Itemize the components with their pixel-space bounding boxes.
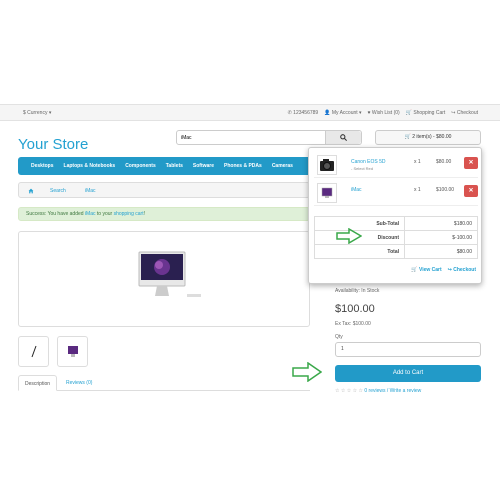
- breadcrumb: Search iMac: [18, 182, 310, 198]
- dropdown-checkout-link[interactable]: ↪ Checkout: [448, 267, 476, 273]
- nav-item-cameras[interactable]: Cameras: [267, 157, 298, 175]
- cart-dropdown-links: 🛒 View Cart ↪ Checkout: [411, 267, 476, 273]
- total-value: $80.00: [404, 244, 478, 259]
- product-tabs: Description Reviews (0): [18, 375, 310, 391]
- total-label: Total: [314, 244, 405, 259]
- nav-item-desktops[interactable]: Desktops: [26, 157, 59, 175]
- nav-item-phones[interactable]: Phones & PDAs: [219, 157, 267, 175]
- cart-item-image[interactable]: [317, 183, 337, 203]
- star-rating-icon: ☆ ☆ ☆ ☆ ☆: [335, 388, 365, 394]
- imac-image: [138, 251, 201, 297]
- top-bar: $ Currency ▾ ✆ 123456789 👤 My Account ▾ …: [0, 104, 500, 121]
- reviews-link[interactable]: 0 reviews / Write a review: [364, 388, 421, 394]
- tab-description[interactable]: Description: [18, 375, 58, 391]
- search-button[interactable]: [325, 131, 361, 144]
- alert-text: !: [143, 211, 145, 217]
- cart-item-name[interactable]: Canon EOS 5D: [351, 159, 385, 165]
- nav-item-software[interactable]: Software: [188, 157, 219, 175]
- search-input[interactable]: [181, 135, 321, 141]
- cart-dropdown: Canon EOS 5D - Select Red x 1 $80.00 ✕ i…: [308, 147, 482, 284]
- discount-value: $-100.00: [404, 230, 478, 245]
- cart-item-image[interactable]: [317, 155, 337, 175]
- search-box: [176, 130, 362, 145]
- remove-button[interactable]: ✕: [464, 157, 478, 169]
- currency-dropdown[interactable]: $ Currency ▾: [23, 110, 51, 116]
- cart-item-option: - Select Red: [351, 166, 374, 171]
- thumbnail-image-icon: [31, 345, 37, 358]
- search-icon: [340, 134, 348, 142]
- home-icon[interactable]: [28, 188, 34, 196]
- thumbnail-2[interactable]: [57, 336, 88, 367]
- store-logo[interactable]: Your Store: [18, 136, 88, 153]
- shopping-cart-link[interactable]: 🛒 Shopping Cart: [406, 110, 446, 116]
- alert-text: Success: You have added: [26, 211, 85, 217]
- cart-item-price: $100.00: [436, 187, 455, 193]
- my-account-dropdown[interactable]: 👤 My Account ▾: [324, 110, 361, 116]
- arrow-right-icon: [292, 362, 322, 382]
- alert-text: to your: [95, 211, 114, 217]
- subtotal-value: $180.00: [404, 216, 478, 231]
- qty-label: Qty: [335, 334, 343, 340]
- cart-item-price: $80.00: [436, 159, 452, 165]
- view-cart-link[interactable]: 🛒 View Cart: [411, 267, 441, 273]
- phone-link[interactable]: ✆ 123456789: [288, 110, 319, 116]
- cart-item-qty: x 1: [414, 187, 421, 193]
- arrow-right-icon: [336, 228, 362, 244]
- ex-tax-text: Ex Tax: $100.00: [335, 321, 371, 327]
- product-price: $100.00: [335, 303, 375, 315]
- wishlist-link[interactable]: ♥ Wish List (0): [368, 110, 400, 116]
- cart-button[interactable]: 🛒 2 item(s) - $80.00: [375, 130, 481, 145]
- nav-item-laptops[interactable]: Laptops & Notebooks: [59, 157, 121, 175]
- checkout-link[interactable]: ↪ Checkout: [451, 110, 478, 116]
- remove-button[interactable]: ✕: [464, 185, 478, 197]
- breadcrumb-imac[interactable]: iMac: [85, 188, 96, 194]
- thumbnail-imac-icon: [68, 346, 78, 357]
- add-to-cart-button[interactable]: Add to Cart: [335, 365, 481, 382]
- thumbnail-1[interactable]: [18, 336, 49, 367]
- cart-item: iMac x 1 $100.00 ✕: [314, 180, 478, 206]
- alert-product-link[interactable]: iMac: [85, 211, 96, 217]
- cart-item: Canon EOS 5D - Select Red x 1 $80.00 ✕: [314, 152, 478, 178]
- cart-item-qty: x 1: [414, 159, 421, 165]
- camera-icon: [320, 159, 334, 171]
- nav-item-components[interactable]: Components: [120, 157, 161, 175]
- nav-item-tablets[interactable]: Tablets: [161, 157, 188, 175]
- tab-reviews[interactable]: Reviews (0): [60, 375, 98, 391]
- product-main-image[interactable]: [18, 231, 310, 327]
- quantity-input[interactable]: 1: [335, 342, 481, 357]
- imac-icon: [321, 187, 333, 198]
- availability-text: Availability: In Stock: [335, 288, 380, 294]
- breadcrumb-search[interactable]: Search: [50, 188, 66, 194]
- rating-row: ☆ ☆ ☆ ☆ ☆ 0 reviews / Write a review: [335, 388, 421, 394]
- alert-cart-link[interactable]: shopping cart: [114, 211, 144, 217]
- success-alert: Success: You have added iMac to your sho…: [18, 207, 310, 221]
- cart-item-name[interactable]: iMac: [351, 187, 362, 193]
